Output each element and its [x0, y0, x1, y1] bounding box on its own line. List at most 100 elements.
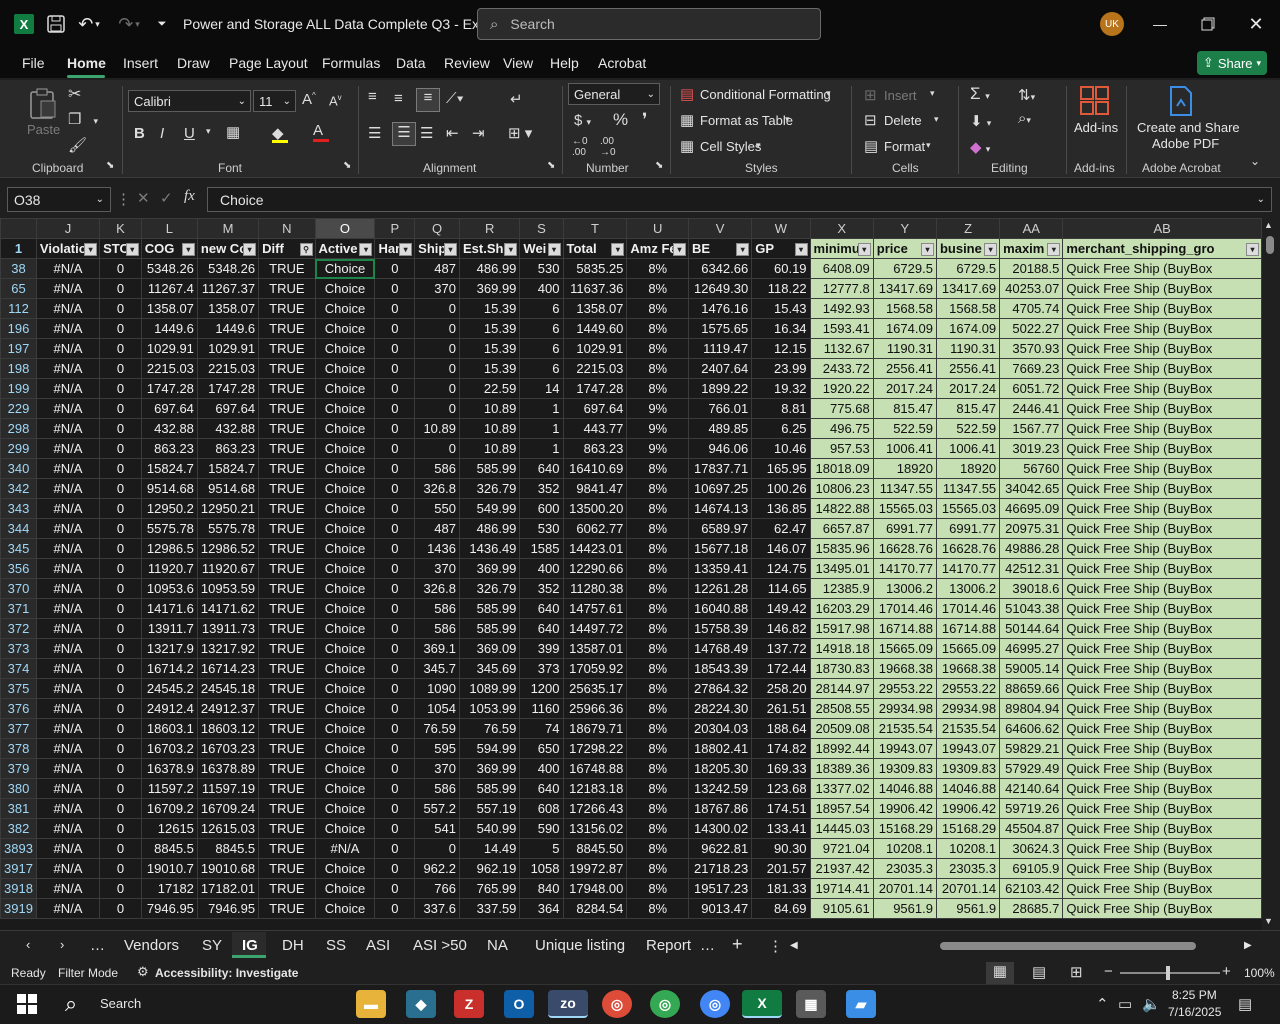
cell[interactable]: 0	[414, 338, 460, 359]
cell[interactable]: #N/A	[35, 818, 101, 839]
cell[interactable]: Quick Free Ship (BuyBox	[1062, 438, 1262, 459]
cell[interactable]: 0	[374, 738, 416, 759]
row-number[interactable]: 342	[0, 478, 37, 499]
percent-icon[interactable]: %	[613, 110, 628, 130]
cell[interactable]: 15665.09	[872, 638, 937, 659]
cell[interactable]: 0	[374, 698, 416, 719]
cell[interactable]: #N/A	[35, 678, 101, 699]
cell[interactable]: 697.64	[140, 398, 198, 419]
cell[interactable]: 0	[99, 318, 142, 339]
cell[interactable]: 56760	[999, 458, 1064, 479]
increase-decimal-icon[interactable]: ←0.00	[572, 136, 588, 158]
cell[interactable]: TRUE	[258, 778, 316, 799]
cell[interactable]: #N/A	[35, 718, 101, 739]
row-number[interactable]: 3919	[0, 898, 37, 919]
cell[interactable]: 1132.67	[809, 338, 874, 359]
row-number[interactable]: 112	[0, 298, 37, 319]
cell[interactable]: 345.7	[414, 658, 460, 679]
cell[interactable]: 1029.91	[140, 338, 198, 359]
column-header[interactable]: W	[751, 218, 811, 239]
cell[interactable]: 1090	[414, 678, 460, 699]
row-number[interactable]: 3917	[0, 858, 37, 879]
row-number[interactable]: 373	[0, 638, 37, 659]
row-number[interactable]: 1	[0, 238, 37, 259]
row-number[interactable]: 299	[0, 438, 37, 459]
cell[interactable]: 0	[99, 698, 142, 719]
cell[interactable]: 10697.25	[688, 478, 753, 499]
cell[interactable]: 0	[99, 398, 142, 419]
cell[interactable]: 0	[99, 598, 142, 619]
align-middle-icon[interactable]: ≡	[394, 90, 403, 107]
create-share-pdf-line1[interactable]: Create and Share	[1137, 120, 1240, 135]
row-number[interactable]: 381	[0, 798, 37, 819]
cell[interactable]: 400	[519, 758, 564, 779]
cell[interactable]: 766.01	[688, 398, 753, 419]
cell[interactable]: 326.79	[458, 578, 521, 599]
cell[interactable]: TRUE	[258, 718, 316, 739]
insert-function-icon[interactable]: fx	[184, 188, 195, 205]
cell[interactable]: 1449.6	[196, 318, 260, 339]
cell[interactable]: 19943.07	[935, 738, 1001, 759]
next-sheet-icon[interactable]: ›	[60, 937, 64, 952]
row-number[interactable]: 375	[0, 678, 37, 699]
cell[interactable]: 9%	[626, 398, 690, 419]
cell[interactable]: Quick Free Ship (BuyBox	[1062, 458, 1262, 479]
cell[interactable]: 815.47	[872, 398, 937, 419]
share-button[interactable]: ⇪ Share ▾	[1197, 51, 1267, 75]
align-top-icon[interactable]: ≡	[368, 88, 377, 105]
cell[interactable]: 1674.09	[935, 318, 1001, 339]
volume-icon[interactable]: 🔈	[1142, 995, 1161, 1013]
cell[interactable]: 10953.59	[196, 578, 260, 599]
cell[interactable]: 8%	[626, 278, 690, 299]
cell[interactable]: 8845.5	[196, 838, 260, 859]
menu-insert[interactable]: Insert	[123, 55, 158, 71]
cell[interactable]: 8%	[626, 738, 690, 759]
cell[interactable]: 6.25	[751, 418, 811, 439]
cell[interactable]: 11637.36	[562, 278, 628, 299]
cell[interactable]: 261.51	[751, 698, 811, 719]
cell[interactable]: 17266.43	[562, 798, 628, 819]
cell[interactable]: Quick Free Ship (BuyBox	[1062, 518, 1262, 539]
cell[interactable]: 337.59	[458, 898, 521, 919]
cell[interactable]: TRUE	[258, 898, 316, 919]
add-ins-button[interactable]: Add-ins	[1074, 120, 1118, 135]
cell[interactable]: 957.53	[809, 438, 874, 459]
cell[interactable]: 0	[374, 898, 416, 919]
cell[interactable]: 10.89	[458, 398, 521, 419]
cell[interactable]: 10.89	[414, 418, 460, 439]
close-icon[interactable]: ✕	[1236, 0, 1276, 48]
cell[interactable]: 11597.19	[196, 778, 260, 799]
avatar[interactable]: UK	[1100, 12, 1124, 36]
formula-input[interactable]: Choice ⌄	[207, 187, 1272, 212]
cell[interactable]: 8%	[626, 358, 690, 379]
cell[interactable]: 14170.77	[872, 558, 937, 579]
cell[interactable]: 16410.69	[562, 458, 628, 479]
cell[interactable]: Choice	[314, 858, 376, 879]
cell[interactable]: 557.19	[458, 798, 521, 819]
cell[interactable]: TRUE	[258, 618, 316, 639]
cell[interactable]: 146.07	[751, 538, 811, 559]
sheet-tab-report[interactable]: Report	[646, 937, 691, 954]
cell[interactable]: 15917.98	[809, 618, 874, 639]
cell[interactable]: TRUE	[258, 338, 316, 359]
more-tabs-icon[interactable]: …	[700, 937, 715, 954]
outlook-icon[interactable]: O	[504, 990, 534, 1018]
cell[interactable]: 15168.29	[935, 818, 1001, 839]
cell[interactable]: Quick Free Ship (BuyBox	[1062, 298, 1262, 319]
cell[interactable]: 16.34	[751, 318, 811, 339]
filter-dropdown-icon[interactable]: ▾	[611, 243, 625, 256]
cell[interactable]: 352	[519, 578, 564, 599]
column-header[interactable]: K	[99, 218, 142, 239]
cell[interactable]: 0	[374, 298, 416, 319]
filter-dropdown-icon[interactable]: ▾	[125, 243, 139, 256]
cell[interactable]: 18767.86	[688, 798, 753, 819]
cell[interactable]: #N/A	[35, 498, 101, 519]
cell[interactable]: 522.59	[872, 418, 937, 439]
cell[interactable]: 697.64	[562, 398, 628, 419]
cell[interactable]: 6	[519, 318, 564, 339]
cell[interactable]: 815.47	[935, 398, 1001, 419]
filter-dropdown-icon[interactable]: ▾	[1047, 243, 1061, 256]
chevron-down-icon[interactable]: ▾	[930, 88, 935, 99]
row-number[interactable]: 340	[0, 458, 37, 479]
column-header[interactable]: Q	[414, 218, 460, 239]
